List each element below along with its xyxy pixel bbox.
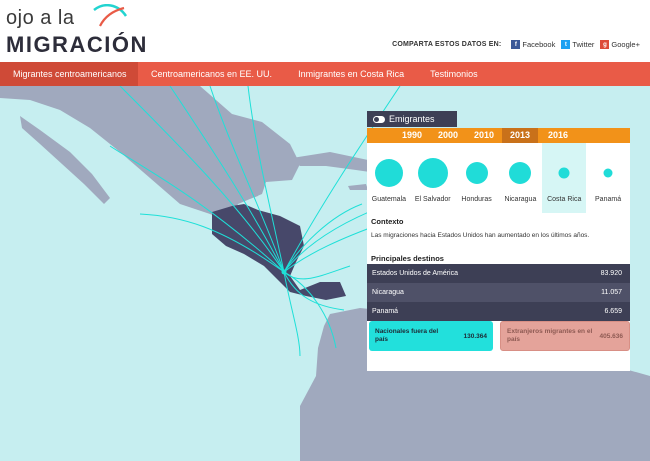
nav-centroamericanos-eeuu[interactable]: Centroamericanos en EE. UU. [138,62,285,86]
costa-rica-marker [281,269,287,275]
central-america [212,204,346,300]
nav-testimonios[interactable]: Testimonios [417,62,491,86]
year-tab-2000[interactable]: 2000 [430,128,466,143]
toggle-label: Emigrantes [389,114,435,124]
destinations-title: Principales destinos [371,254,444,263]
destination-value: 11.057 [601,289,622,296]
country-label: El Salvador [414,196,451,203]
country-nicaragua[interactable]: Nicaragua [498,143,542,213]
destination-name: Nicaragua [372,289,404,296]
year-tab-1990[interactable]: 1990 [394,128,430,143]
share-label: COMPARTA ESTOS DATOS EN: [392,41,502,48]
year-tab-2016[interactable]: 2016 [538,128,578,143]
year-tab-2013[interactable]: 2013 [502,128,538,143]
year-tab-2010[interactable]: 2010 [466,128,502,143]
country-bubble [509,162,532,184]
country-label: Nicaragua [504,196,537,203]
share-facebook-label: Facebook [522,40,556,49]
foreign-migrants-box[interactable]: Extranjeros migrantes en el país 405.636 [500,321,630,351]
toggle-switch-icon [373,115,385,123]
country-label: Guatemala [371,196,407,203]
emigrantes-toggle[interactable]: Emigrantes [367,111,457,127]
destination-name: Estados Unidos de América [372,270,458,277]
nationals-abroad-box[interactable]: Nacionales fuera del país 130.364 [369,321,493,351]
country-guatemala[interactable]: Guatemala [367,143,411,213]
logo-tagline: ojo a la [6,7,75,29]
main-nav: Migrantes centroamericanos Centroamerica… [0,62,650,86]
context-title: Contexto [371,217,404,226]
country-label: Panamá [595,196,622,203]
year-selector: 1990 2000 2010 2013 2016 [367,128,630,143]
site-logo[interactable]: ojo a la MIGRACIÓN [6,4,146,58]
logo-swoosh-icon [93,4,128,27]
destination-value: 6.659 [604,308,622,315]
context-text: Las migraciones hacia Estados Unidos han… [371,232,590,239]
country-bubble [603,168,613,178]
twitter-icon: t [561,40,571,49]
country-costa-rica[interactable]: Costa Rica [542,143,587,213]
share-googleplus-button[interactable]: g Google+ [600,40,640,49]
country-bubble [465,162,488,184]
share-twitter-label: Twitter [572,40,595,49]
country-label: Costa Rica [547,196,582,203]
destination-value: 83.920 [600,270,622,277]
nationals-abroad-value: 130.364 [463,332,488,340]
destination-row: Panamá 6.659 [367,302,630,321]
nav-migrantes-centroamericanos[interactable]: Migrantes centroamericanos [0,62,138,86]
country-el-salvador[interactable]: El Salvador [411,143,455,213]
country-label: Honduras [461,196,492,203]
share-twitter-button[interactable]: t Twitter [561,40,594,49]
jamaica-island [348,184,368,190]
nationals-abroad-label: Nacionales fuera del país [375,328,439,343]
country-bubble [417,158,448,188]
foreign-migrants-value: 405.636 [599,332,624,340]
foreign-migrants-label: Extranjeros migrantes en el país [507,328,593,343]
share-googleplus-label: Google+ [611,40,640,49]
destination-row: Estados Unidos de América 83.920 [367,264,630,283]
googleplus-icon: g [600,40,610,49]
destination-name: Panamá [372,308,399,315]
country-panama[interactable]: Panamá [586,143,630,213]
mexico-landmass [0,86,300,222]
destination-row: Nicaragua 11.057 [367,283,630,302]
country-bubble [558,167,570,179]
site-header: ojo a la MIGRACIÓN COMPARTA ESTOS DATOS … [0,0,650,62]
facebook-icon: f [511,40,521,49]
country-bubble [374,159,403,187]
logo-title: MIGRACIÓN [6,32,148,57]
share-bar: COMPARTA ESTOS DATOS EN: f Facebook t Tw… [392,40,640,49]
share-facebook-button[interactable]: f Facebook [511,40,555,49]
nav-inmigrantes-costa-rica[interactable]: Inmigrantes en Costa Rica [285,62,417,86]
country-selector: Guatemala El Salvador Honduras Nicaragua… [367,143,630,213]
country-honduras[interactable]: Honduras [455,143,499,213]
